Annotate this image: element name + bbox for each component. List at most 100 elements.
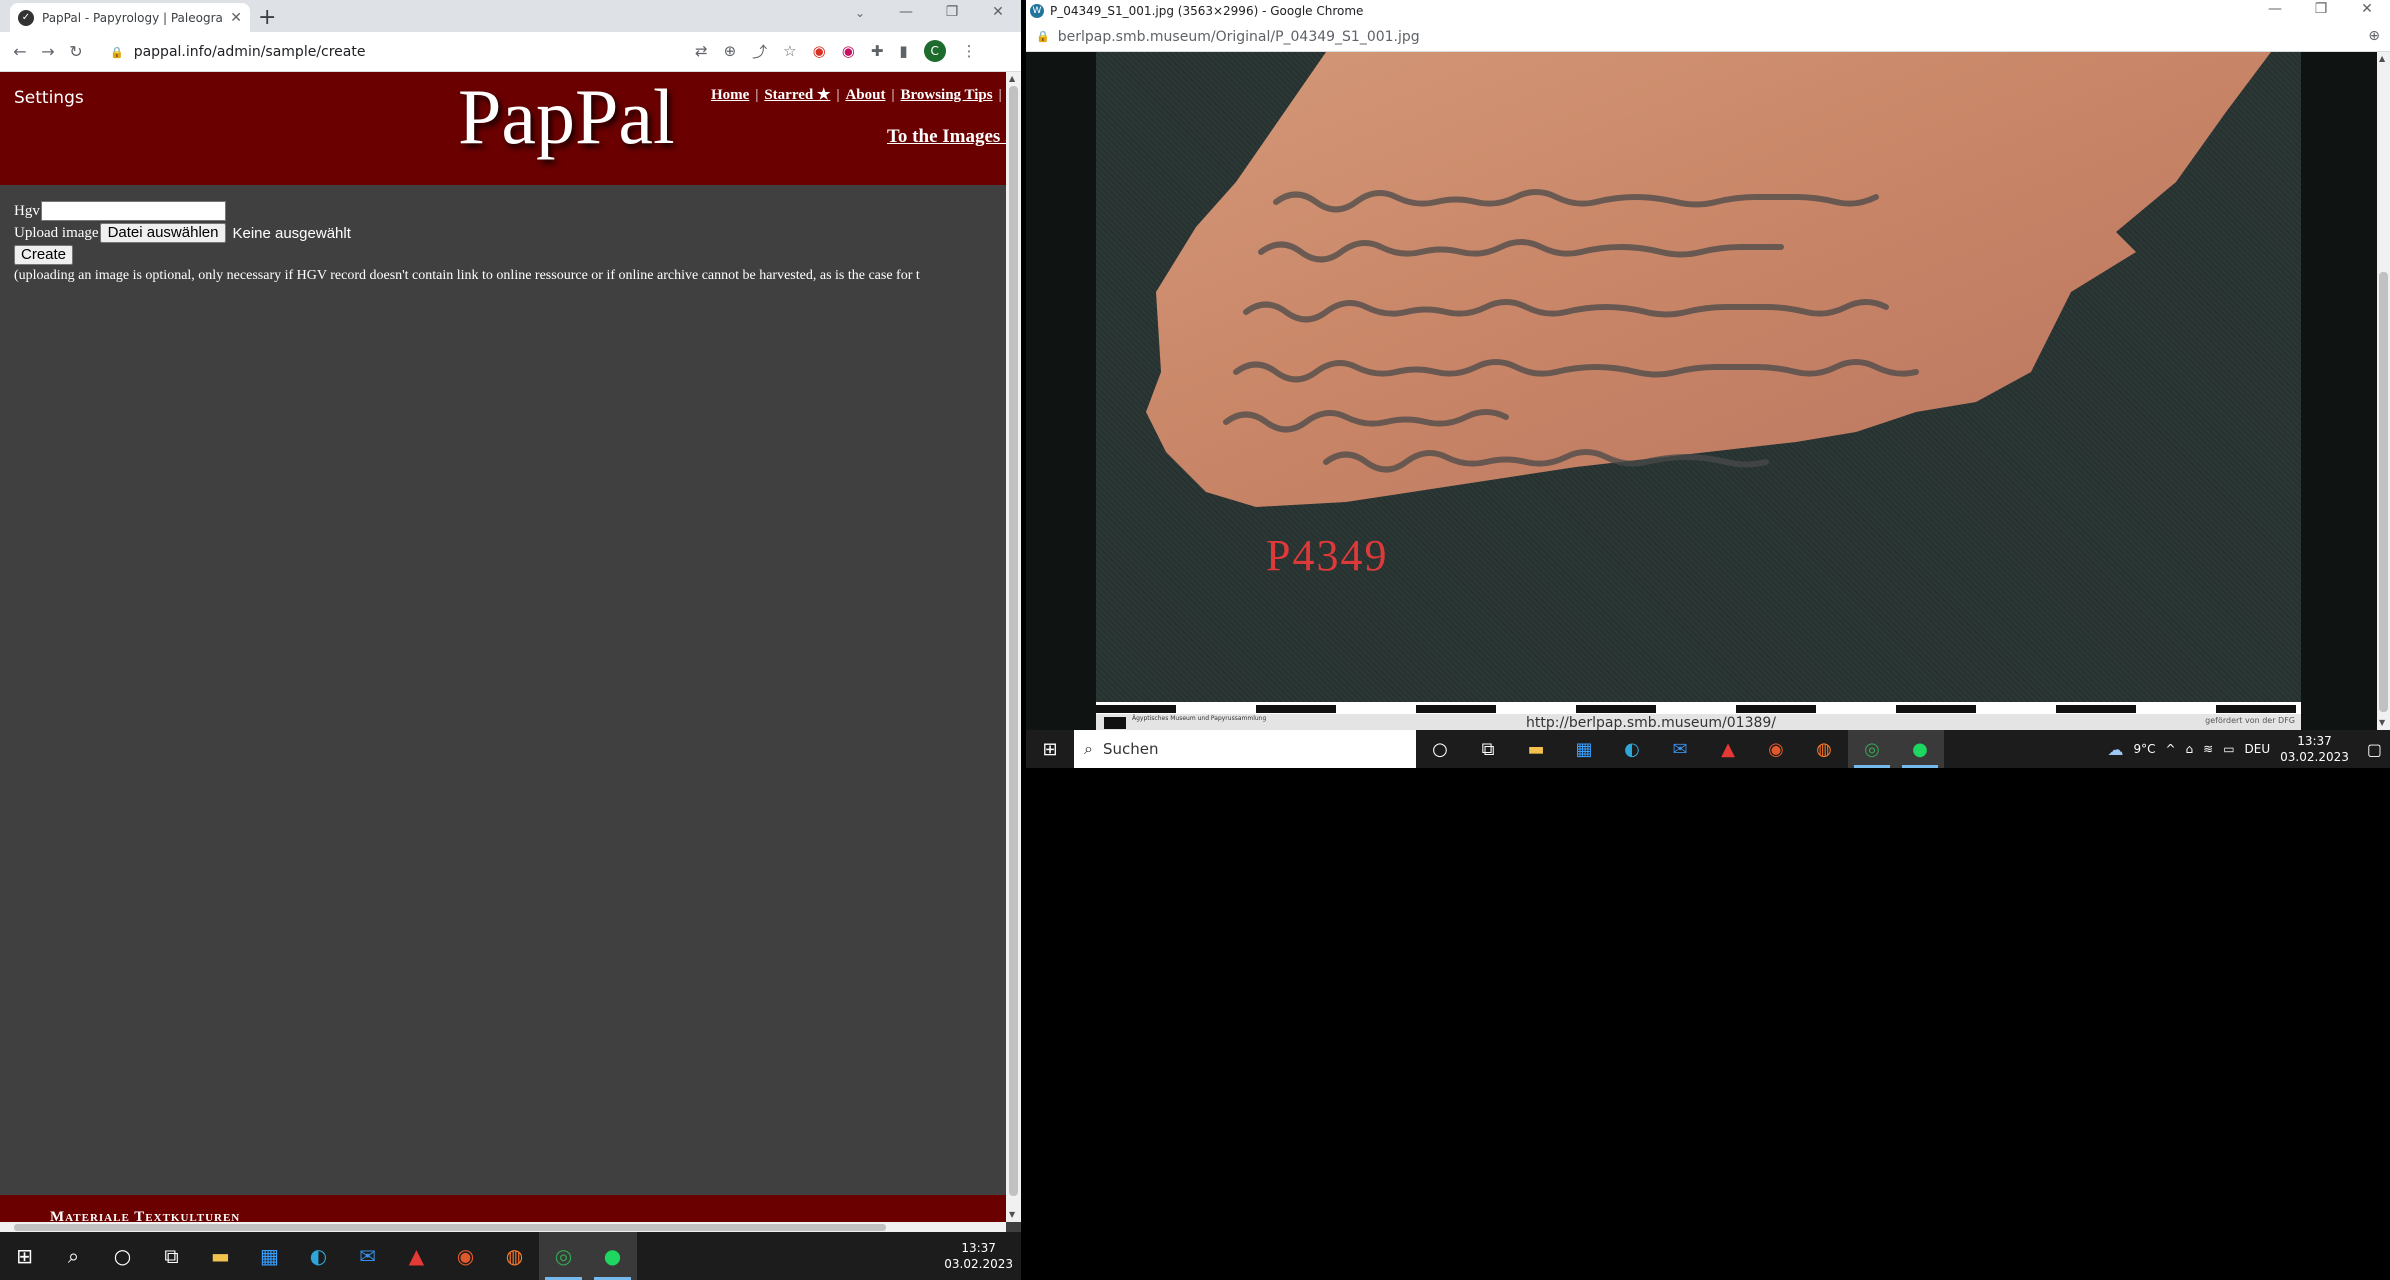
scroll-up-icon[interactable]: ▲ xyxy=(1009,74,1015,83)
profile-avatar[interactable]: C xyxy=(923,40,946,62)
nav-separator: | xyxy=(891,87,895,103)
lock-icon: 🔒 xyxy=(110,45,124,59)
firefox-icon[interactable]: ◍ xyxy=(490,1232,539,1280)
minimize-icon[interactable]: — xyxy=(2252,1,2298,17)
weather-temp[interactable]: 9°C xyxy=(2133,742,2155,756)
scroll-down-icon[interactable]: ▼ xyxy=(2379,718,2385,727)
task-view-icon[interactable]: ⧉ xyxy=(1464,730,1512,768)
reload-icon[interactable]: ↻ xyxy=(62,42,90,61)
close-window-icon[interactable]: ✕ xyxy=(975,4,1021,20)
system-tray: 13:37 03.02.2023 xyxy=(944,1240,1021,1272)
spotify-icon[interactable]: ● xyxy=(1896,730,1944,768)
side-panel-icon[interactable]: ▮ xyxy=(899,42,907,60)
language-indicator[interactable]: DEU xyxy=(2245,742,2271,756)
site-logo[interactable]: PapPal xyxy=(458,72,675,162)
network-icon[interactable]: ⌂ xyxy=(2186,742,2194,756)
ostracon-photo[interactable]: P4349 xyxy=(1096,52,2301,707)
chrome-icon[interactable]: ◎ xyxy=(539,1232,588,1280)
store-icon[interactable]: ▦ xyxy=(1560,730,1608,768)
right-browser-window: W P_04349_S1_001.jpg (3563×2996) - Googl… xyxy=(1026,0,2390,730)
new-tab-icon[interactable]: + xyxy=(258,5,276,30)
to-the-images-link[interactable]: To the Images ... xyxy=(887,126,1006,148)
tab-pappal[interactable]: ✓ PapPal - Papyrology | Paleography ✕ xyxy=(10,3,250,32)
share-icon[interactable]: ⤴ xyxy=(752,41,767,62)
footer-logo-text[interactable]: Materiale Textkulturen xyxy=(50,1209,240,1222)
taskbar-clock[interactable]: 13:37 03.02.2023 xyxy=(2280,733,2349,765)
mail-icon[interactable]: ✉ xyxy=(1656,730,1704,768)
taskbar-search-box[interactable]: ⌕ Suchen xyxy=(1074,730,1416,768)
scale-segment xyxy=(1256,705,1336,713)
extensions-puzzle-icon[interactable]: ✚ xyxy=(871,42,884,60)
cortana-icon[interactable]: ○ xyxy=(98,1232,147,1280)
edge-icon[interactable]: ◐ xyxy=(294,1232,343,1280)
translate-icon[interactable]: ⇄ xyxy=(695,42,708,60)
restore-icon[interactable]: ❐ xyxy=(2298,1,2344,17)
hgv-input[interactable] xyxy=(40,201,226,221)
task-view-icon[interactable]: ⧉ xyxy=(147,1232,196,1280)
forward-icon[interactable]: → xyxy=(34,42,62,61)
h-scroll-thumb[interactable] xyxy=(14,1224,886,1231)
scroll-thumb[interactable] xyxy=(2379,272,2388,712)
clock-time: 13:37 xyxy=(961,1241,996,1255)
scale-segment xyxy=(1096,705,1176,713)
chrome-icon[interactable]: ◎ xyxy=(1848,730,1896,768)
taskbar-clock[interactable]: 13:37 03.02.2023 xyxy=(944,1240,1013,1272)
tab-strip: ✓ PapPal - Papyrology | Paleography ✕ + … xyxy=(0,0,1021,32)
clock-date: 03.02.2023 xyxy=(2280,750,2349,764)
browser-toolbar: ← → ↻ 🔒 pappal.info/admin/sample/create … xyxy=(0,32,1021,72)
scale-segment xyxy=(1416,705,1496,713)
horizontal-scrollbar[interactable] xyxy=(0,1222,1006,1232)
nav-home-link[interactable]: Home xyxy=(711,87,749,103)
vertical-scrollbar[interactable]: ▲ ▼ xyxy=(1006,72,1021,1222)
cortana-icon[interactable]: ○ xyxy=(1416,730,1464,768)
firefox-icon[interactable]: ◍ xyxy=(1800,730,1848,768)
acrobat-icon[interactable]: ▲ xyxy=(1704,730,1752,768)
extension-red-icon[interactable]: ◉ xyxy=(813,42,826,60)
notifications-icon[interactable]: ▢ xyxy=(2367,740,2382,759)
address-bar[interactable]: 🔒 berlpap.smb.museum/Original/P_04349_S1… xyxy=(1026,22,2390,52)
weather-cloud-icon[interactable]: ☁ xyxy=(2107,740,2123,759)
ostracon-sherd-image xyxy=(1146,52,2271,507)
extension-pink-icon[interactable]: ◉ xyxy=(842,42,855,60)
store-icon[interactable]: ▦ xyxy=(245,1232,294,1280)
scroll-down-icon[interactable]: ▼ xyxy=(1009,1210,1015,1219)
vertical-scrollbar[interactable]: ▲ ▼ xyxy=(2377,52,2390,730)
minimize-icon[interactable]: — xyxy=(883,4,929,20)
restore-icon[interactable]: ❐ xyxy=(929,4,975,20)
battery-icon[interactable]: ▭ xyxy=(2223,742,2234,756)
nav-starred-link[interactable]: Starred ★ xyxy=(764,87,830,103)
scroll-thumb[interactable] xyxy=(1009,86,1018,1196)
powerpoint-icon[interactable]: ◉ xyxy=(1752,730,1800,768)
powerpoint-icon[interactable]: ◉ xyxy=(441,1232,490,1280)
funding-credit: gefördert von der DFG xyxy=(2205,716,2295,725)
search-icon[interactable]: ⌕ xyxy=(49,1232,98,1280)
acrobat-icon[interactable]: ▲ xyxy=(392,1232,441,1280)
settings-link[interactable]: Settings xyxy=(14,88,84,108)
image-caption-strip: Ägyptisches Museum und Papyrussammlung h… xyxy=(1096,714,2301,730)
file-explorer-icon[interactable]: ▬ xyxy=(1512,730,1560,768)
zoom-icon[interactable]: ⊕ xyxy=(724,42,737,60)
windows-start-icon[interactable]: ⊞ xyxy=(0,1232,49,1280)
bookmark-star-icon[interactable]: ☆ xyxy=(783,42,796,60)
nav-links: Home|Starred ★|About|Browsing Tips|C xyxy=(711,85,1006,104)
address-bar[interactable]: 🔒 pappal.info/admin/sample/create xyxy=(110,37,710,67)
nav-browsing-tips-link[interactable]: Browsing Tips xyxy=(900,87,992,103)
spotify-icon[interactable]: ● xyxy=(588,1232,637,1280)
window-titlebar: W P_04349_S1_001.jpg (3563×2996) - Googl… xyxy=(1026,0,2390,22)
tab-search-icon[interactable]: ⌄ xyxy=(855,6,865,20)
nav-about-link[interactable]: About xyxy=(845,87,885,103)
zoom-icon[interactable]: ⊕ xyxy=(2368,28,2380,44)
close-window-icon[interactable]: ✕ xyxy=(2344,1,2390,17)
close-tab-icon[interactable]: ✕ xyxy=(230,10,242,26)
mail-icon[interactable]: ✉ xyxy=(343,1232,392,1280)
scroll-up-icon[interactable]: ▲ xyxy=(2379,54,2385,63)
menu-kebab-icon[interactable]: ⋮ xyxy=(962,42,977,60)
windows-start-icon[interactable]: ⊞ xyxy=(1026,730,1074,768)
edge-icon[interactable]: ◐ xyxy=(1608,730,1656,768)
wifi-icon[interactable]: ≋ xyxy=(2203,742,2213,756)
back-icon[interactable]: ← xyxy=(6,42,34,61)
file-explorer-icon[interactable]: ▬ xyxy=(196,1232,245,1280)
create-button[interactable]: Create xyxy=(14,245,74,265)
choose-file-button[interactable]: Datei auswählen xyxy=(99,223,227,243)
tray-overflow-icon[interactable]: ^ xyxy=(2165,742,2175,756)
